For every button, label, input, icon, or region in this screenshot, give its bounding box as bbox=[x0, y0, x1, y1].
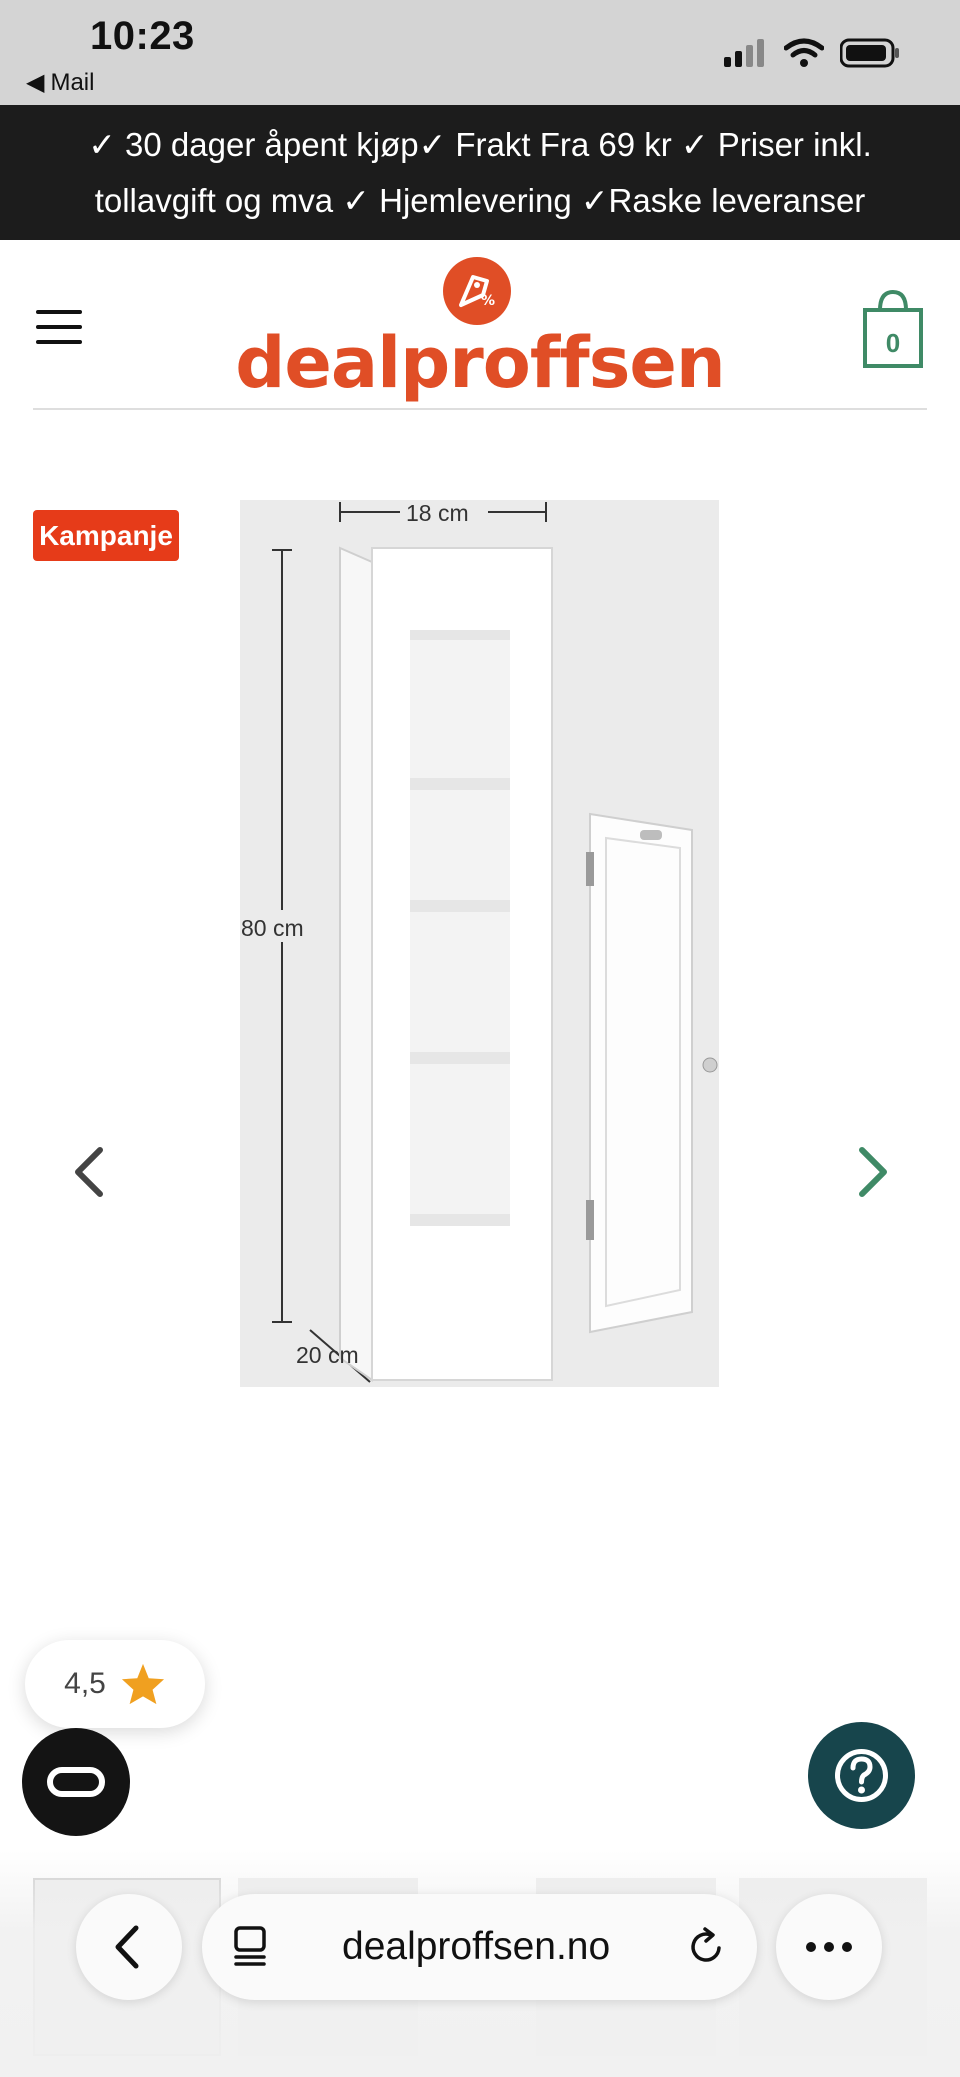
logo-text: dealproffsen bbox=[235, 322, 725, 404]
browser-toolbar: dealproffsen.no bbox=[0, 1850, 960, 2077]
browser-back-button[interactable] bbox=[76, 1894, 182, 2000]
chat-icon bbox=[47, 1767, 105, 1797]
chat-button[interactable] bbox=[22, 1728, 130, 1836]
back-triangle-icon: ◀ bbox=[26, 69, 45, 96]
address-bar[interactable]: dealproffsen.no bbox=[202, 1894, 757, 2000]
wifi-icon bbox=[784, 38, 824, 67]
reload-icon[interactable] bbox=[685, 1926, 727, 1968]
url-text: dealproffsen.no bbox=[342, 1925, 611, 1968]
cart-count: 0 bbox=[885, 328, 901, 358]
more-button[interactable] bbox=[776, 1894, 882, 2000]
shopping-bag-icon[interactable]: 0 bbox=[862, 280, 924, 368]
header-divider bbox=[33, 408, 927, 410]
help-button[interactable] bbox=[808, 1722, 915, 1829]
status-icons bbox=[724, 38, 900, 68]
dim-depth-label: 20 cm bbox=[296, 1342, 359, 1368]
battery-icon bbox=[840, 38, 899, 68]
promo-text: ✓ 30 dager åpent kjøp✓ Frakt Fra 69 kr ✓… bbox=[88, 125, 872, 219]
more-icon bbox=[806, 1942, 852, 1952]
dim-height-label: 80 cm bbox=[241, 915, 304, 941]
campaign-badge: Kampanje bbox=[33, 510, 179, 561]
status-time: 10:23 bbox=[90, 14, 195, 58]
status-bar: 10:23 ◀ Mail bbox=[0, 0, 960, 105]
star-icon bbox=[121, 1663, 164, 1705]
help-icon bbox=[835, 1749, 888, 1802]
logo-tag-icon: % bbox=[443, 257, 511, 325]
promo-banner: ✓ 30 dager åpent kjøp✓ Frakt Fra 69 kr ✓… bbox=[0, 105, 960, 240]
product-image[interactable]: 18 cm 80 cm 20 cm bbox=[240, 500, 719, 1387]
site-header: % dealproffsen 0 bbox=[0, 240, 960, 410]
chevron-left-icon[interactable] bbox=[60, 1140, 120, 1204]
rating-widget[interactable]: 4,5 bbox=[25, 1640, 205, 1728]
signal-icon bbox=[724, 39, 764, 67]
back-to-app[interactable]: ◀ Mail bbox=[26, 68, 94, 97]
tabs-icon bbox=[234, 1926, 266, 1966]
chevron-right-icon[interactable] bbox=[842, 1140, 902, 1204]
back-icon bbox=[115, 1925, 139, 1969]
back-app-label: Mail bbox=[50, 68, 95, 96]
dim-width-label: 18 cm bbox=[406, 500, 469, 526]
svg-text:%: % bbox=[481, 293, 495, 309]
rating-value: 4,5 bbox=[64, 1667, 106, 1700]
